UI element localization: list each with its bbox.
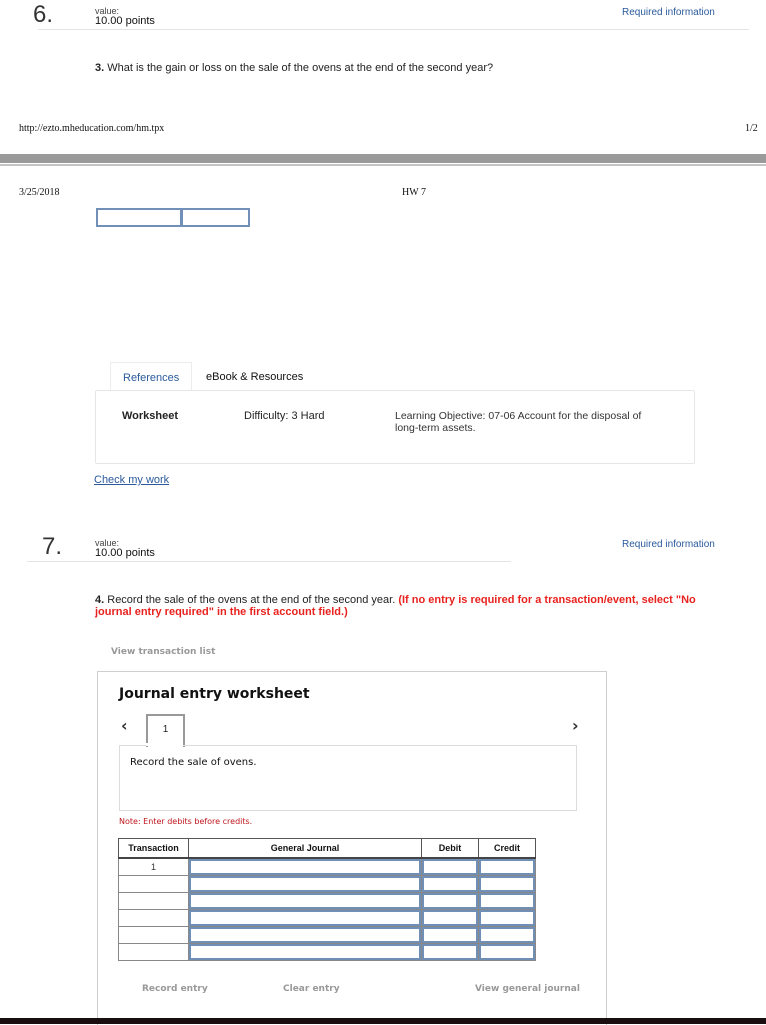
column-general-journal: General Journal bbox=[188, 838, 422, 859]
debit-input[interactable] bbox=[421, 909, 479, 927]
worksheet-description-box bbox=[119, 745, 577, 811]
chevron-left-icon[interactable]: ‹ bbox=[121, 716, 128, 735]
account-input[interactable] bbox=[188, 909, 422, 927]
record-entry-button[interactable]: Record entry bbox=[142, 984, 208, 994]
question-6-prompt: 3. What is the gain or loss on the sale … bbox=[95, 62, 493, 74]
view-general-journal-button[interactable]: View general journal bbox=[475, 984, 580, 994]
transaction-cell bbox=[118, 943, 189, 961]
table-row bbox=[118, 909, 536, 927]
column-debit: Debit bbox=[421, 838, 479, 859]
credit-input[interactable] bbox=[478, 892, 536, 910]
credit-input[interactable] bbox=[478, 926, 536, 944]
answer-label-input[interactable] bbox=[96, 208, 182, 227]
worksheet-note: Note: Enter debits before credits. bbox=[119, 817, 253, 826]
question-7-divider bbox=[27, 561, 511, 562]
print-footer-url: http://ezto.mheducation.com/hm.tpx bbox=[19, 123, 165, 134]
transaction-cell bbox=[118, 875, 189, 893]
table-row bbox=[118, 943, 536, 961]
account-input[interactable] bbox=[188, 875, 422, 893]
question-7-number: 7. bbox=[42, 533, 63, 560]
question-6-divider bbox=[38, 29, 749, 30]
learning-objective: Learning Objective: 07-06 Account for th… bbox=[395, 410, 642, 434]
prompt-number: 4. bbox=[95, 594, 105, 606]
worksheet-title: Journal entry worksheet bbox=[119, 686, 310, 702]
column-transaction: Transaction bbox=[118, 838, 189, 859]
credit-input[interactable] bbox=[478, 857, 536, 876]
worksheet-description: Record the sale of ovens. bbox=[130, 757, 257, 768]
table-row: 1 bbox=[118, 857, 536, 876]
check-my-work-link[interactable]: Check my work bbox=[94, 474, 169, 486]
question-6-points: 10.00 points bbox=[95, 15, 155, 27]
clear-entry-button[interactable]: Clear entry bbox=[283, 984, 340, 994]
question-6-required-info-link[interactable]: Required information bbox=[622, 7, 715, 18]
prompt-text: Record the sale of the ovens at the end … bbox=[104, 594, 399, 606]
debit-input[interactable] bbox=[421, 857, 479, 876]
table-row bbox=[118, 926, 536, 944]
question-7-required-info-link[interactable]: Required information bbox=[622, 539, 715, 550]
print-header-title: HW 7 bbox=[402, 187, 426, 198]
credit-input[interactable] bbox=[478, 943, 536, 961]
tab-connector bbox=[146, 743, 183, 746]
transaction-cell bbox=[118, 926, 189, 944]
transaction-cell bbox=[118, 892, 189, 910]
prompt-number: 3. bbox=[95, 62, 105, 74]
worksheet-label[interactable]: Worksheet bbox=[122, 410, 178, 422]
page-break-line bbox=[0, 164, 766, 166]
view-transaction-list-button[interactable]: View transaction list bbox=[111, 647, 215, 657]
debit-input[interactable] bbox=[421, 892, 479, 910]
account-input[interactable] bbox=[188, 943, 422, 961]
debit-input[interactable] bbox=[421, 926, 479, 944]
question-7-prompt: 4. Record the sale of the ovens at the e… bbox=[95, 594, 735, 618]
chevron-right-icon[interactable]: › bbox=[572, 716, 579, 735]
bottom-edge-bar bbox=[0, 1018, 766, 1024]
debit-input[interactable] bbox=[421, 943, 479, 961]
question-6-number: 6. bbox=[33, 1, 54, 28]
credit-input[interactable] bbox=[478, 875, 536, 893]
transaction-cell: 1 bbox=[118, 857, 189, 876]
print-header-date: 3/25/2018 bbox=[19, 187, 60, 198]
answer-amount-input[interactable] bbox=[181, 208, 250, 227]
page-break-bar bbox=[0, 154, 766, 163]
journal-header-row: Transaction General Journal Debit Credit bbox=[118, 838, 536, 859]
debit-input[interactable] bbox=[421, 875, 479, 893]
account-input[interactable] bbox=[188, 857, 422, 876]
credit-input[interactable] bbox=[478, 909, 536, 927]
account-input[interactable] bbox=[188, 892, 422, 910]
column-credit: Credit bbox=[478, 838, 536, 859]
question-7-points: 10.00 points bbox=[95, 547, 155, 559]
journal-table: Transaction General Journal Debit Credit… bbox=[118, 838, 536, 961]
table-row bbox=[118, 875, 536, 893]
difficulty-label: Difficulty: 3 Hard bbox=[244, 410, 325, 422]
table-row bbox=[118, 892, 536, 910]
prompt-text: What is the gain or loss on the sale of … bbox=[104, 62, 494, 74]
transaction-cell bbox=[118, 909, 189, 927]
print-footer-page: 1/2 bbox=[745, 123, 758, 134]
account-input[interactable] bbox=[188, 926, 422, 944]
tab-references[interactable]: References bbox=[110, 362, 193, 390]
tab-ebook-resources[interactable]: eBook & Resources bbox=[206, 362, 303, 389]
